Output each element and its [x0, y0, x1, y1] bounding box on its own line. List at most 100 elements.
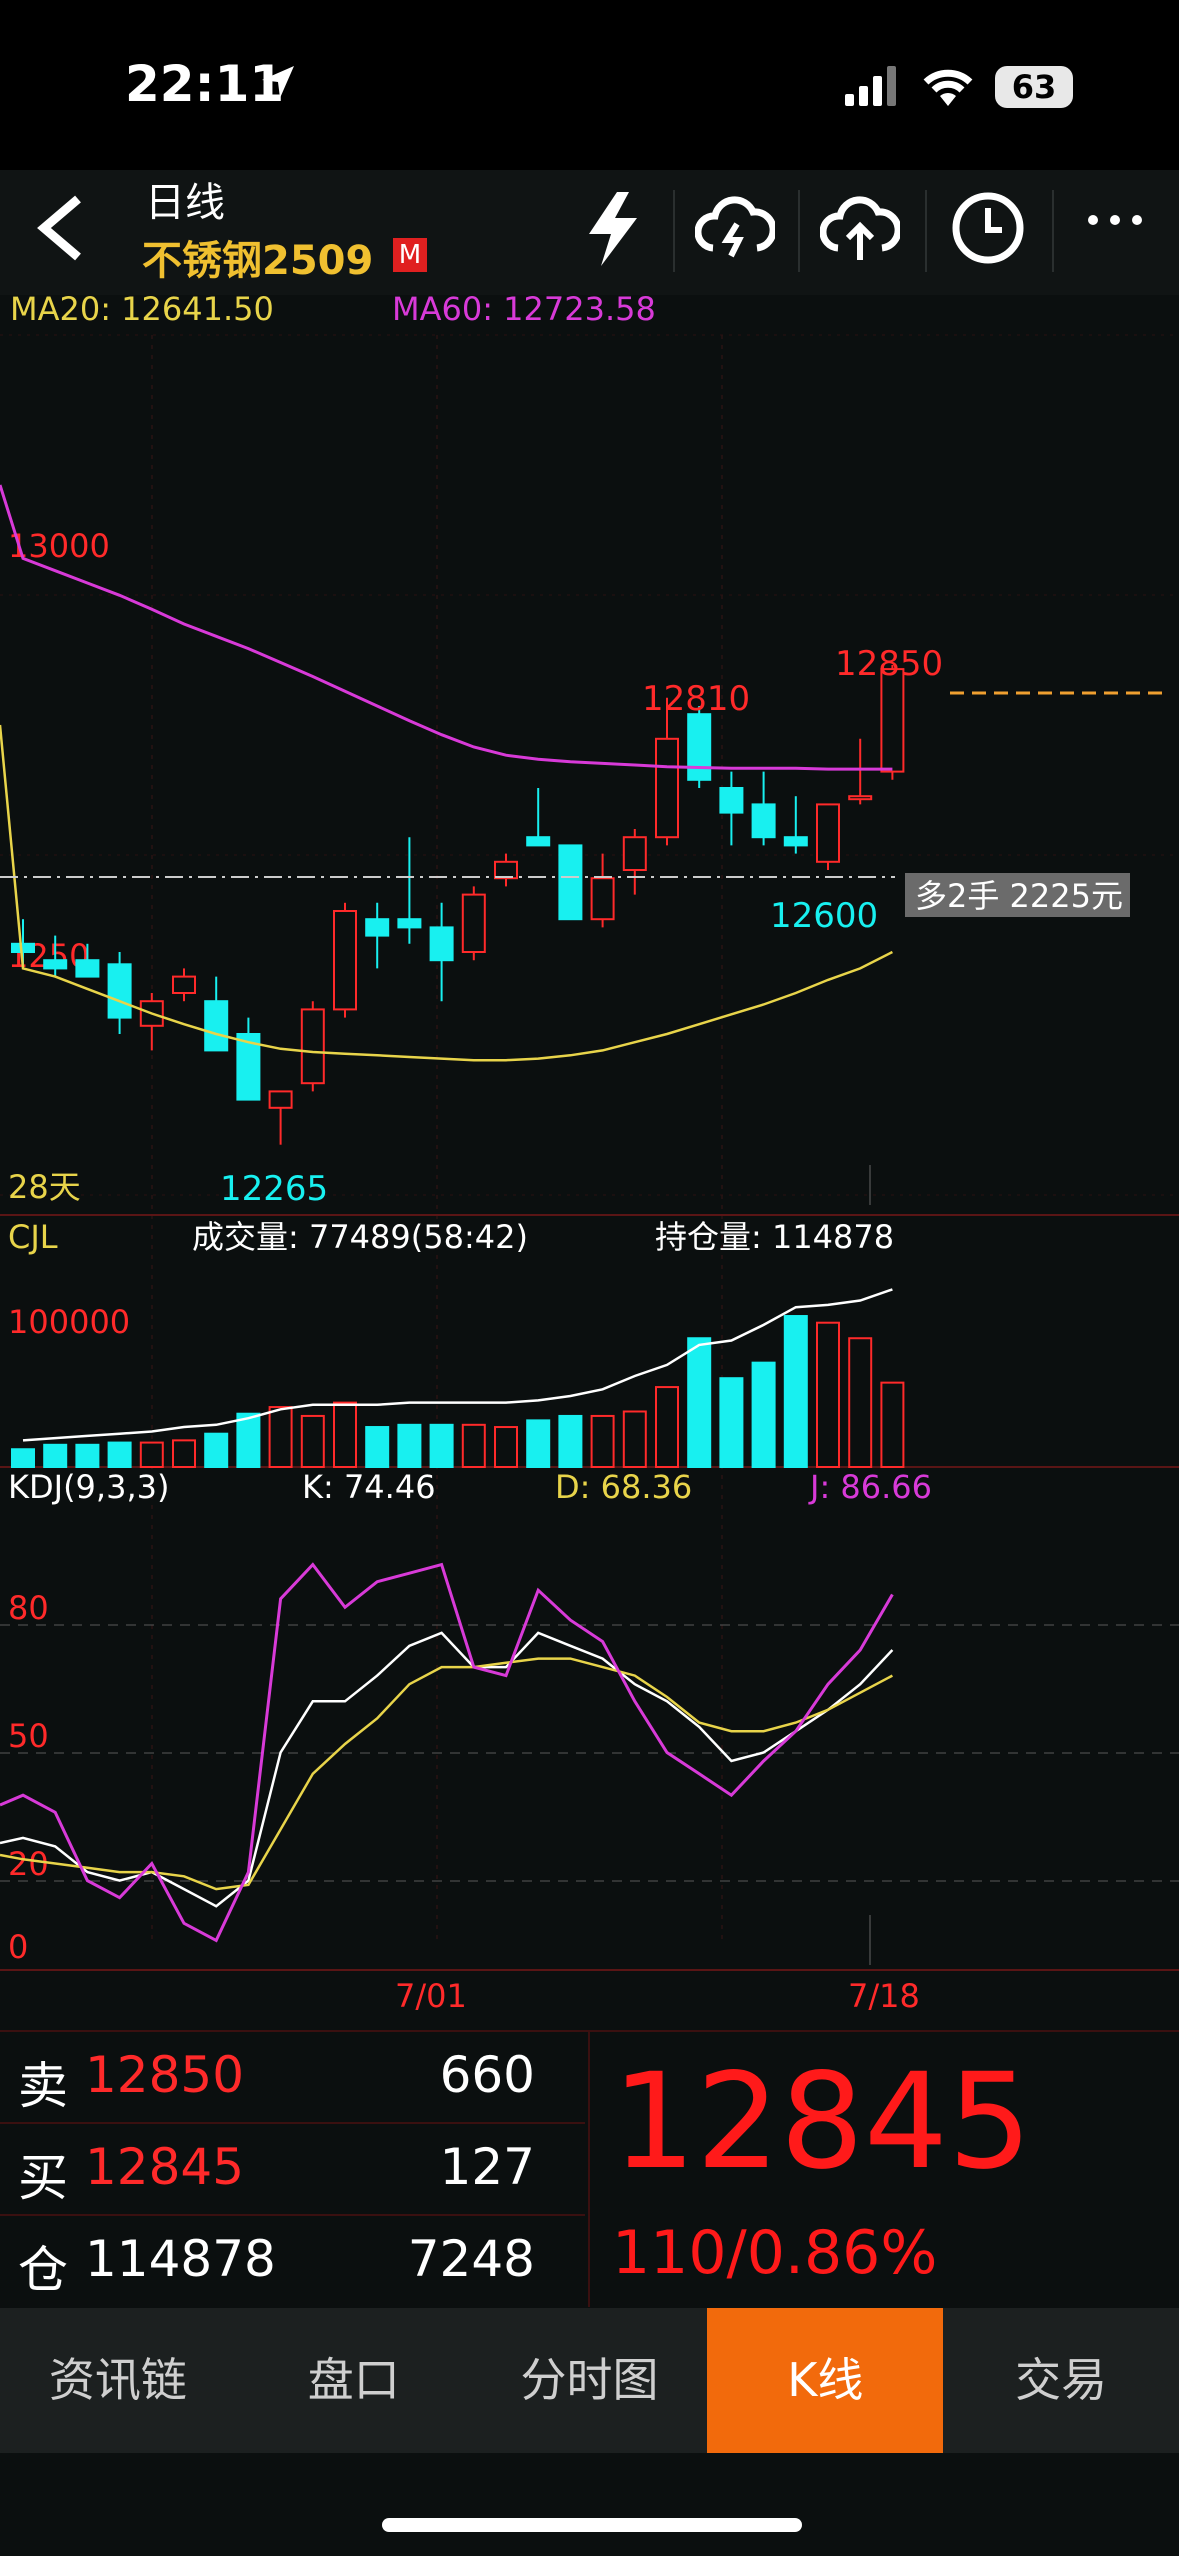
candle — [751, 803, 776, 839]
last-price: 12845 — [612, 2045, 1032, 2199]
volume-bar — [687, 1337, 712, 1468]
tab-news-chain[interactable]: 资讯链 — [0, 2308, 236, 2453]
volume-bar — [751, 1361, 776, 1469]
volume-bar — [268, 1406, 293, 1469]
volume-bar — [43, 1443, 68, 1469]
buy-price: 12845 — [85, 2138, 245, 2196]
min-marker: 12265 — [220, 1169, 328, 1209]
j-label: J: 86.66 — [808, 1468, 932, 1506]
tab-intraday[interactable]: 分时图 — [472, 2308, 708, 2453]
d-line — [0, 1657, 893, 1891]
market-badge: M — [393, 238, 427, 272]
price-change: 110/0.86% — [612, 2218, 938, 2288]
candle — [526, 836, 551, 847]
volume-bar — [429, 1423, 454, 1468]
position-tag[interactable]: 多2手 2225元 — [915, 877, 1123, 915]
sell-label: 卖 — [18, 2057, 68, 2115]
candle — [590, 877, 615, 921]
candle — [558, 844, 583, 921]
clock-icon[interactable] — [948, 188, 1028, 268]
more-icon[interactable] — [1085, 210, 1145, 230]
buy-label: 买 — [18, 2149, 68, 2207]
volume-bar — [397, 1423, 422, 1468]
volume-bar — [719, 1377, 744, 1468]
buy-volume: 127 — [439, 2138, 535, 2196]
candle — [107, 963, 132, 1019]
buy-row[interactable]: 买 12845 127 — [0, 2124, 585, 2216]
kdj-level-80: 80 — [8, 1589, 49, 1627]
tab-kline[interactable]: K线 — [707, 2308, 944, 2453]
open-interest-label: 持仓量: 114878 — [655, 1218, 894, 1256]
kline-chart[interactable]: MA20: 12641.50 MA60: 12723.58 13000 1250… — [0, 295, 1179, 2015]
volume-bar — [590, 1414, 615, 1468]
wifi-icon — [923, 69, 973, 106]
volume-bar — [880, 1381, 905, 1469]
candle — [429, 926, 454, 962]
x-label-7-18: 7/18 — [848, 1977, 920, 2015]
candle — [622, 836, 647, 872]
volume-title: CJL — [8, 1218, 58, 1256]
volume-bar — [816, 1321, 840, 1468]
volume-label: 成交量: 77489(58:42) — [192, 1218, 528, 1256]
candle — [300, 1008, 325, 1085]
candle — [365, 918, 390, 937]
candle — [461, 893, 486, 953]
candle — [687, 713, 712, 781]
sell-row[interactable]: 卖 12850 660 — [0, 2032, 585, 2124]
mid-high-marker: 12810 — [642, 679, 750, 719]
volume-bar — [655, 1386, 679, 1468]
oi-change: 7248 — [407, 2230, 535, 2288]
back-icon[interactable] — [30, 193, 90, 263]
low-marker: 12600 — [770, 896, 878, 936]
period-label: 28天 — [8, 1168, 81, 1206]
candle — [397, 918, 422, 929]
volume-bar — [11, 1448, 35, 1468]
tab-trade[interactable]: 交易 — [943, 2308, 1179, 2453]
bottom-tab-bar: 资讯链 盘口 分时图 K线 交易 — [0, 2308, 1179, 2453]
volume-bar — [75, 1443, 100, 1469]
candle — [204, 1000, 229, 1052]
volume-bar — [204, 1432, 229, 1468]
volume-bar — [300, 1414, 325, 1468]
candle — [268, 1090, 293, 1109]
battery-indicator: 63 — [995, 66, 1073, 108]
volume-bar — [848, 1337, 873, 1468]
home-indicator[interactable] — [382, 2518, 802, 2532]
status-bar: 22:11 63 — [0, 0, 1179, 170]
candle — [880, 668, 905, 773]
kdj-title: KDJ(9,3,3) — [8, 1468, 169, 1506]
k-label: K: 74.46 — [302, 1468, 436, 1506]
candle — [494, 860, 518, 880]
volume-axis-label: 100000 — [8, 1303, 130, 1341]
signal-icon — [845, 66, 896, 106]
sell-price: 12850 — [85, 2046, 245, 2104]
volume-bar — [558, 1414, 583, 1468]
x-label-7-01: 7/01 — [395, 1977, 467, 2015]
volume-bar — [622, 1410, 647, 1468]
d-label: D: 68.36 — [555, 1468, 692, 1506]
sell-volume: 660 — [439, 2046, 535, 2104]
ma20-line — [0, 724, 893, 1062]
candle — [11, 942, 35, 953]
oi-row: 仓 114878 7248 — [0, 2216, 585, 2306]
symbol-name[interactable]: 不锈钢2509 — [142, 228, 373, 286]
ma20-label: MA20: 12641.50 — [10, 295, 274, 328]
ma60-line — [0, 484, 893, 771]
volume-bar — [236, 1412, 261, 1468]
volume-bar — [172, 1439, 196, 1468]
candle — [848, 795, 873, 801]
cloud-sync-icon[interactable] — [695, 188, 775, 268]
candle — [816, 803, 840, 863]
volume-bar — [526, 1419, 551, 1469]
kdj-level-20: 20 — [8, 1845, 49, 1883]
candle — [333, 910, 357, 1011]
volume-bar — [494, 1426, 518, 1469]
lightning-icon[interactable] — [575, 188, 655, 268]
candle — [655, 737, 679, 839]
candle — [43, 959, 68, 970]
page-title: 日线 — [145, 180, 225, 226]
tab-order-book[interactable]: 盘口 — [236, 2308, 472, 2453]
high-marker: 12850 — [835, 644, 943, 684]
volume-bar — [365, 1426, 390, 1469]
cloud-upload-icon[interactable] — [820, 188, 900, 268]
